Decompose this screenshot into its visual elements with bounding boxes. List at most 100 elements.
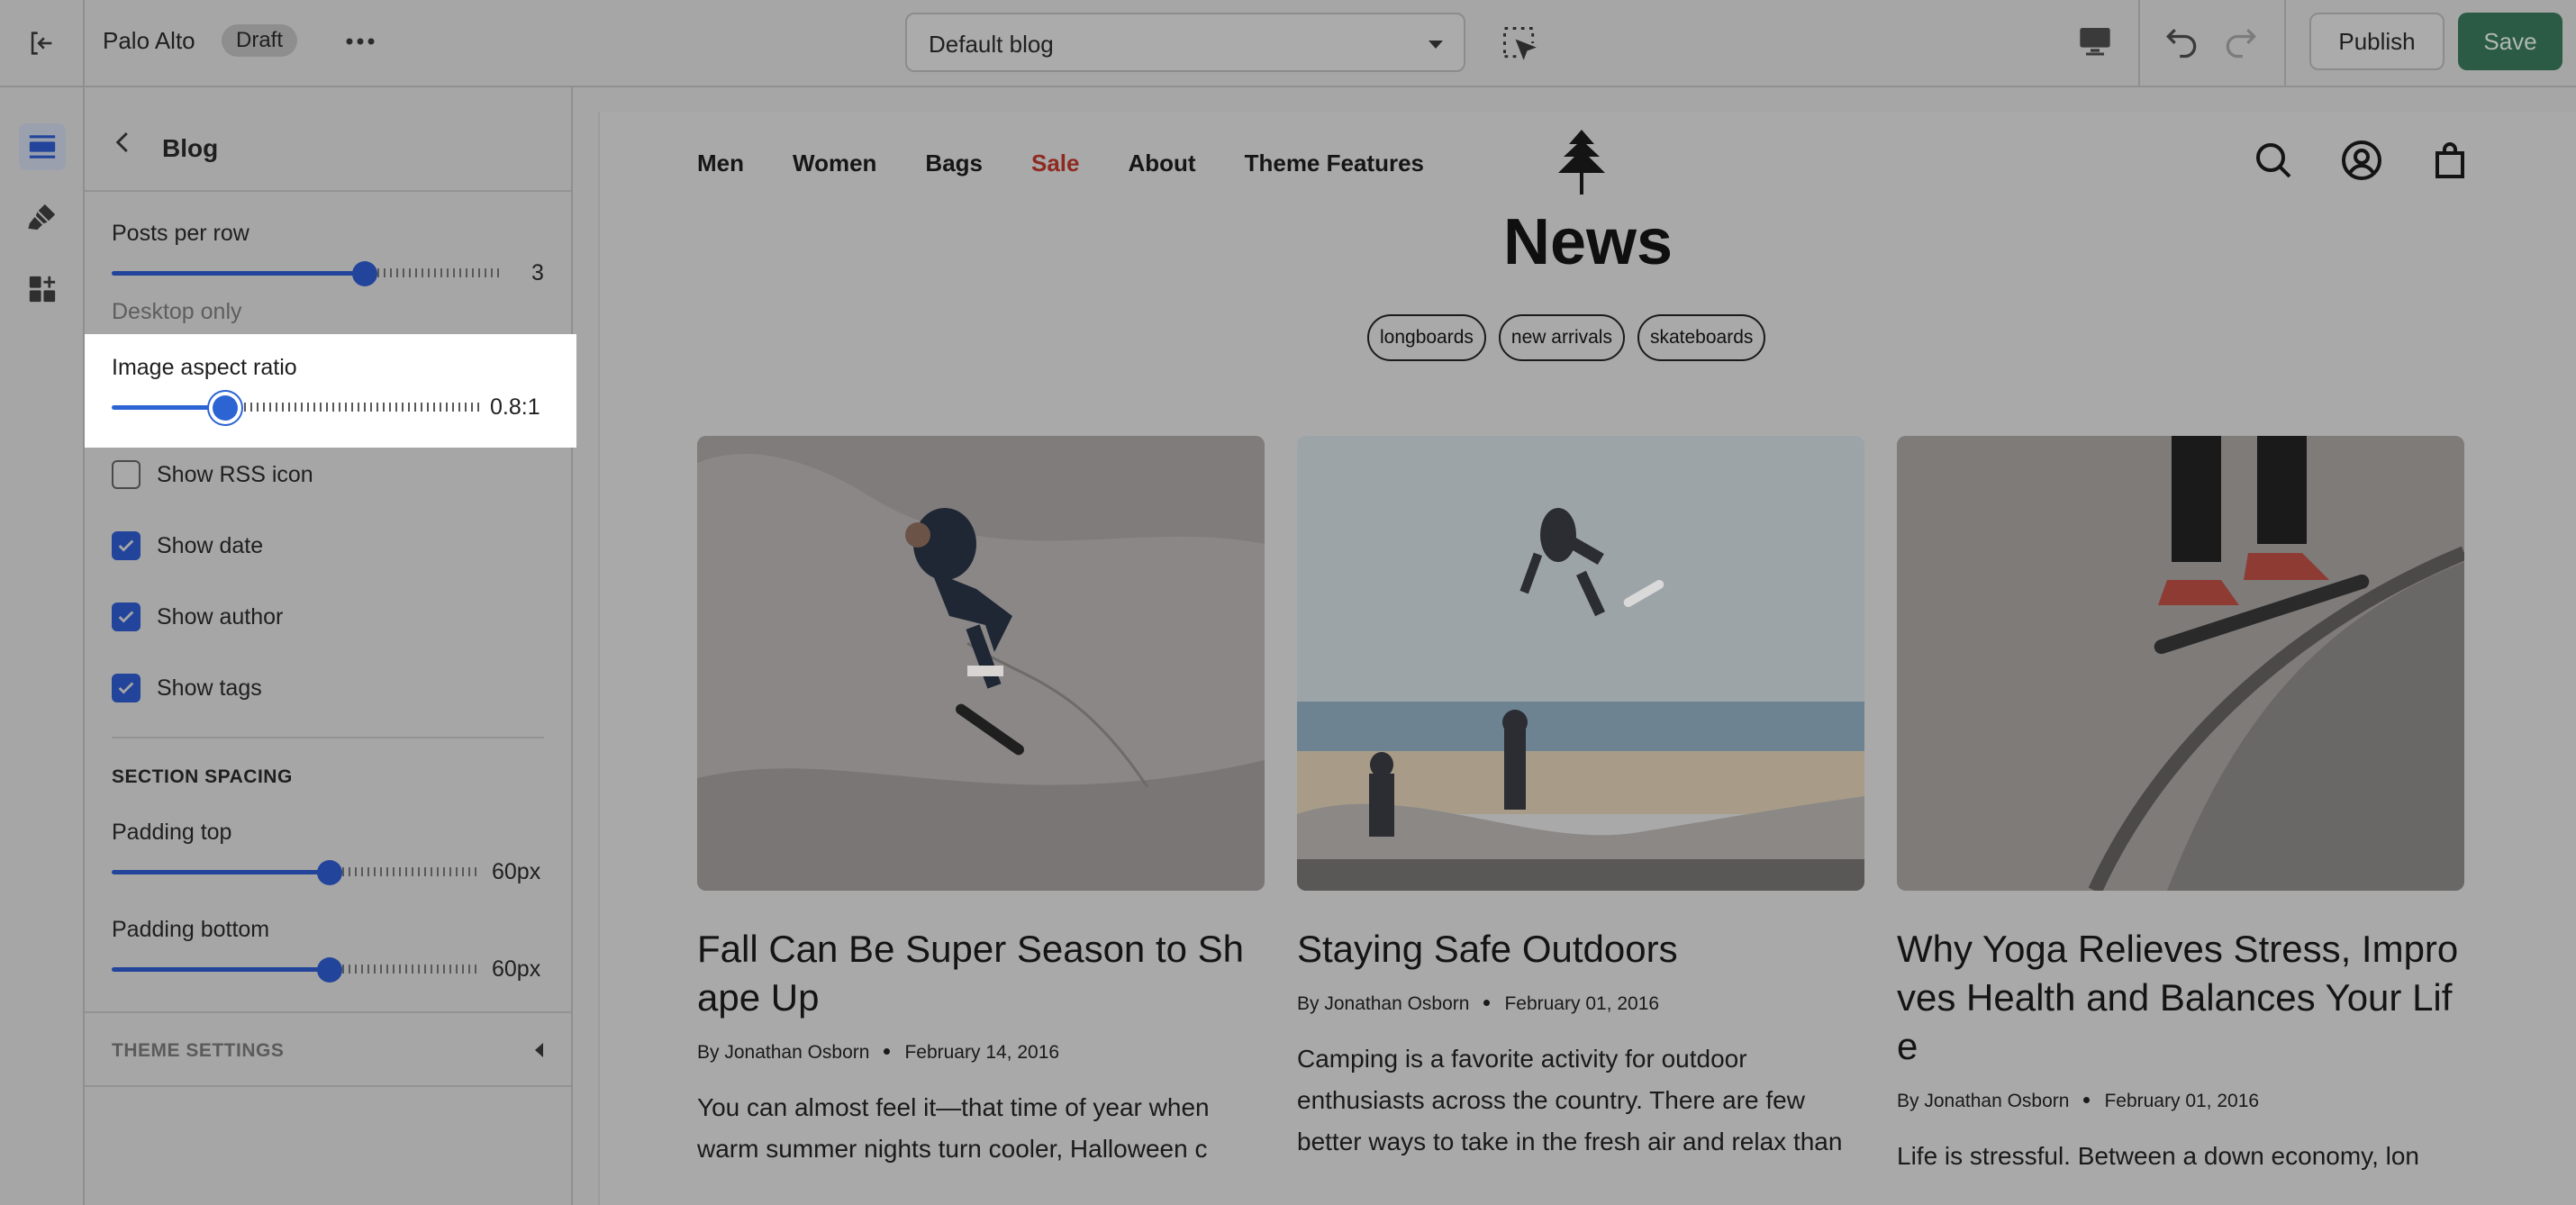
theme-settings-toggle[interactable]: THEME SETTINGS	[85, 1011, 571, 1087]
show-author-checkbox[interactable]	[112, 602, 141, 631]
inspector-select-icon[interactable]	[1500, 23, 1539, 63]
desktop-preview-icon[interactable]	[2077, 23, 2113, 59]
slider-ticks	[329, 867, 481, 876]
store-preview: Men Women Bags Sale About Theme Features…	[598, 112, 2576, 1205]
search-icon[interactable]	[2252, 139, 2295, 182]
image-aspect-ratio-value: 0.8:1	[490, 394, 540, 420]
more-actions-button[interactable]	[340, 23, 380, 59]
posts-per-row-value: 3	[531, 260, 544, 285]
show-date-label: Show date	[157, 533, 264, 558]
slider-thumb[interactable]	[213, 395, 239, 421]
settings-panel: Blog Posts per row 3 Desktop only Image …	[85, 87, 576, 1205]
apps-tab[interactable]	[19, 266, 66, 313]
theme-settings-label: THEME SETTINGS	[112, 1040, 285, 1061]
undo-icon[interactable]	[2162, 22, 2201, 61]
show-rss-label: Show RSS icon	[157, 462, 313, 487]
slider-ticks	[329, 965, 481, 974]
post-title[interactable]: Staying Safe Outdoors	[1297, 925, 1864, 974]
tag-longboards[interactable]: longboards	[1367, 314, 1486, 361]
main-nav: Men Women Bags Sale About Theme Features	[697, 149, 1424, 177]
post-author: By Jonathan Osborn	[697, 1042, 870, 1063]
image-aspect-ratio-setting: Image aspect ratio 0.8:1	[85, 334, 576, 448]
section-spacing-heading: SECTION SPACING	[112, 766, 293, 787]
blog-post-card[interactable]: Why Yoga Relieves Stress, Improves Healt…	[1897, 436, 2464, 1177]
exit-icon	[31, 31, 52, 55]
nav-link-theme-features[interactable]: Theme Features	[1245, 149, 1424, 177]
posts-per-row-slider[interactable]	[112, 259, 501, 286]
post-date: February 01, 2016	[2104, 1091, 2260, 1111]
tag-new-arrivals[interactable]: new arrivals	[1498, 314, 1625, 361]
apps-icon	[29, 276, 56, 303]
post-author: By Jonathan Osborn	[1297, 993, 1470, 1014]
checkmark-icon	[118, 611, 134, 623]
save-button[interactable]: Save	[2458, 13, 2562, 70]
divider	[112, 737, 544, 738]
slider-fill	[112, 271, 365, 276]
show-date-checkbox[interactable]	[112, 531, 141, 560]
post-title[interactable]: Fall Can Be Super Season to Shape Up	[697, 925, 1265, 1022]
slider-ticks	[225, 403, 479, 412]
slider-ticks	[364, 268, 501, 277]
template-select[interactable]: Default blog	[905, 13, 1465, 72]
slider-thumb[interactable]	[316, 957, 342, 983]
tag-filter-list: longboards new arrivals skateboards	[1367, 314, 1766, 361]
post-excerpt: Life is stressful. Between a down econom…	[1897, 1142, 2420, 1170]
post-excerpt: Camping is a favorite activity for outdo…	[1297, 1045, 1843, 1155]
show-tags-checkbox[interactable]	[112, 674, 141, 702]
padding-top-slider[interactable]	[112, 858, 481, 885]
slider-thumb[interactable]	[351, 261, 377, 286]
redo-icon[interactable]	[2221, 22, 2261, 61]
slider-fill	[112, 405, 226, 410]
checkmark-icon	[118, 682, 134, 694]
publish-button[interactable]: Publish	[2309, 13, 2444, 70]
store-name: Palo Alto	[103, 27, 195, 54]
slider-fill	[112, 967, 330, 972]
padding-top-value: 60px	[492, 859, 541, 884]
toolbar-divider	[2284, 0, 2286, 86]
toolbar-divider	[2138, 0, 2140, 86]
padding-bottom-slider[interactable]	[112, 956, 481, 983]
nav-link-sale[interactable]: Sale	[1031, 149, 1080, 177]
blog-post-card[interactable]: Fall Can Be Super Season to Shape Up By …	[697, 436, 1265, 1170]
post-meta: By Jonathan Osborn February 01, 2016	[1297, 993, 1864, 1015]
panel-title: Blog	[162, 134, 219, 162]
sections-tab[interactable]	[19, 123, 66, 170]
post-image-skate-shoes[interactable]	[1897, 436, 2464, 891]
post-excerpt: You can almost feel it—that time of year…	[697, 1093, 1210, 1163]
nav-link-women[interactable]: Women	[793, 149, 876, 177]
show-author-label: Show author	[157, 604, 284, 630]
padding-bottom-value: 60px	[492, 956, 541, 982]
sections-icon	[29, 135, 56, 159]
meta-separator	[1483, 999, 1491, 1006]
post-image-skate-bowl[interactable]	[697, 436, 1265, 891]
post-date: February 14, 2016	[904, 1042, 1060, 1063]
template-select-value: Default blog	[929, 31, 1054, 58]
post-title[interactable]: Why Yoga Relieves Stress, Improves Healt…	[1897, 925, 2464, 1071]
theme-style-tab[interactable]	[19, 194, 66, 240]
slider-thumb[interactable]	[316, 860, 342, 885]
padding-bottom-label: Padding bottom	[112, 917, 270, 942]
nav-link-men[interactable]: Men	[697, 149, 744, 177]
cart-bag-icon[interactable]	[2428, 139, 2472, 182]
post-date: February 01, 2016	[1504, 993, 1660, 1014]
padding-top-label: Padding top	[112, 820, 232, 845]
desktop-only-hint: Desktop only	[112, 299, 242, 324]
checkmark-icon	[118, 539, 134, 552]
show-rss-checkbox[interactable]	[112, 460, 141, 489]
panel-header: Blog	[85, 87, 571, 192]
pine-tree-logo[interactable]	[1555, 130, 1609, 195]
posts-per-row-label: Posts per row	[112, 221, 249, 246]
nav-link-bags[interactable]: Bags	[925, 149, 983, 177]
image-aspect-ratio-slider[interactable]	[112, 394, 479, 421]
back-arrow-icon[interactable]	[110, 129, 137, 156]
more-horizontal-icon	[346, 38, 375, 45]
exit-button[interactable]	[0, 0, 85, 86]
tag-skateboards[interactable]: skateboards	[1637, 314, 1766, 361]
account-icon[interactable]	[2340, 139, 2383, 182]
left-rail	[0, 87, 85, 1205]
post-meta: By Jonathan Osborn February 01, 2016	[1897, 1091, 2464, 1112]
blog-post-card[interactable]: Staying Safe Outdoors By Jonathan Osborn…	[1297, 436, 1864, 1163]
nav-link-about[interactable]: About	[1129, 149, 1196, 177]
post-author: By Jonathan Osborn	[1897, 1091, 2070, 1111]
post-image-beach-skatepark[interactable]	[1297, 436, 1864, 891]
